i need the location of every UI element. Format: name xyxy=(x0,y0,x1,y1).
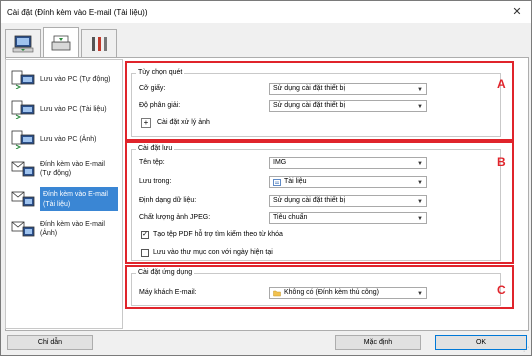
resolution-value: Sử dụng cài đặt thiết bị xyxy=(273,102,346,109)
settings-dialog: Cài đặt (Đính kèm vào E-mail (Tài liệu))… xyxy=(0,0,532,356)
subfolder-checkbox[interactable] xyxy=(141,249,149,257)
paper-size-value: Sử dụng cài đặt thiết bị xyxy=(273,85,346,92)
scan-options-panel: Tùy chọn quét Cỡ giấy: Sử dụng cài đặt t… xyxy=(125,61,514,141)
expand-image-settings-button[interactable]: + xyxy=(141,118,151,128)
jpeg-quality-label: Chất lượng ảnh JPEG: xyxy=(139,214,211,221)
pdf-keyword-checkbox[interactable]: ✓ xyxy=(141,231,149,239)
app-settings-title: Cài đặt ứng dụng xyxy=(136,269,195,276)
save-in-value: Tài liệu xyxy=(284,178,307,185)
section-marker-c: C xyxy=(497,283,506,297)
chevron-down-icon: ▼ xyxy=(417,161,423,167)
chevron-down-icon: ▼ xyxy=(417,199,423,205)
list-item[interactable]: Lưu vào PC (Tự động) xyxy=(10,64,118,94)
list-item-label: Đính kèm vào E-mail (Ảnh) xyxy=(40,221,105,237)
list-item[interactable]: Đính kèm vào E-mail (Tự động) xyxy=(10,154,118,184)
scan-options-title: Tùy chọn quét xyxy=(136,69,185,76)
close-icon[interactable]: ✕ xyxy=(509,4,525,20)
list-item-label: Lưu vào PC (Tự động) xyxy=(40,75,111,83)
chevron-down-icon: ▼ xyxy=(417,216,423,222)
list-item[interactable]: Đính kèm vào E-mail (Ảnh) xyxy=(10,214,118,244)
save-settings-title: Cài đặt lưu xyxy=(136,145,175,152)
save-in-select[interactable]: Tài liệu ▼ xyxy=(269,176,427,188)
save-to-pc-icon xyxy=(11,100,35,119)
scanner-icon xyxy=(51,35,71,50)
ok-button[interactable]: OK xyxy=(435,335,527,350)
data-format-select[interactable]: Sử dụng cài đặt thiết bị ▼ xyxy=(269,195,427,207)
scan-type-list: Lưu vào PC (Tự động) Lưu vào PC (Tài liệ… xyxy=(5,59,123,329)
resolution-select[interactable]: Sử dụng cài đặt thiết bị ▼ xyxy=(269,100,427,112)
defaults-button[interactable]: Mặc định xyxy=(335,335,421,350)
list-item-label: Lưu vào PC (Ảnh) xyxy=(40,135,97,143)
tab-scan-from-panel[interactable] xyxy=(43,27,79,57)
resize-grip-icon[interactable]: ⋰ xyxy=(523,346,529,353)
data-format-label: Định dạng dữ liệu: xyxy=(139,197,197,204)
list-item[interactable]: Lưu vào PC (Tài liệu) xyxy=(10,94,118,124)
tab-bar xyxy=(5,27,119,57)
list-item-label: Đính kèm vào E-mail (Tự động) xyxy=(40,161,105,177)
section-marker-b: B xyxy=(497,155,506,169)
email-client-value: Không có (Đính kèm thủ công) xyxy=(284,289,379,296)
window-title: Cài đặt (Đính kèm vào E-mail (Tài liệu)) xyxy=(7,7,148,17)
image-settings-label: Cài đặt xử lý ảnh xyxy=(157,119,210,126)
list-item-selected[interactable]: Đính kèm vào E-mail (Tài liệu) xyxy=(10,184,118,214)
paper-size-label: Cỡ giấy: xyxy=(139,85,166,92)
pdf-keyword-label: Tạo tệp PDF hỗ trợ tìm kiếm theo từ khóa xyxy=(153,231,283,238)
jpeg-quality-value: Tiêu chuẩn xyxy=(273,214,308,221)
email-client-select[interactable]: Không có (Đính kèm thủ công) ▼ xyxy=(269,287,427,299)
app-settings-panel: Cài đặt ứng dụng Máy khách E-mail: Không… xyxy=(125,265,514,309)
section-marker-a: A xyxy=(497,77,506,91)
paper-size-select[interactable]: Sử dụng cài đặt thiết bị ▼ xyxy=(269,83,427,95)
list-item[interactable]: Lưu vào PC (Ảnh) xyxy=(10,124,118,154)
chevron-down-icon: ▼ xyxy=(417,180,423,186)
email-attach-icon xyxy=(11,191,35,207)
chevron-down-icon: ▼ xyxy=(417,291,423,297)
email-client-label: Máy khách E-mail: xyxy=(139,289,197,296)
chevron-down-icon: ▼ xyxy=(417,87,423,93)
chevron-down-icon: ▼ xyxy=(417,104,423,110)
save-to-pc-icon xyxy=(11,70,35,89)
subfolder-label: Lưu vào thư mục con với ngày hiện tại xyxy=(153,249,273,256)
folder-icon xyxy=(273,290,281,297)
email-attach-icon xyxy=(11,221,35,237)
tools-icon xyxy=(92,36,107,51)
list-item-label: Đính kèm vào E-mail (Tài liệu) xyxy=(43,191,108,208)
email-attach-icon xyxy=(11,161,35,177)
save-in-label: Lưu trong: xyxy=(139,178,172,185)
data-format-value: Sử dụng cài đặt thiết bị xyxy=(273,197,346,204)
save-settings-panel: Cài đặt lưu Tên tệp: IMG ▼ Lưu trong: Tà… xyxy=(125,141,514,264)
jpeg-quality-select[interactable]: Tiêu chuẩn ▼ xyxy=(269,212,427,224)
folder-icon xyxy=(273,179,281,186)
filename-field[interactable]: IMG ▼ xyxy=(269,157,427,169)
save-to-pc-icon xyxy=(11,130,35,149)
filename-value: IMG xyxy=(273,159,287,166)
scan-to-pc-icon xyxy=(12,35,34,52)
tab-general-settings[interactable] xyxy=(81,29,117,57)
filename-label: Tên tệp: xyxy=(139,159,165,166)
resolution-label: Độ phân giải: xyxy=(139,102,181,109)
list-item-label: Lưu vào PC (Tài liệu) xyxy=(40,105,107,113)
title-bar: Cài đặt (Đính kèm vào E-mail (Tài liệu))… xyxy=(1,1,531,23)
guide-button[interactable]: Chỉ dẫn xyxy=(7,335,93,350)
tab-scan-from-computer[interactable] xyxy=(5,29,41,57)
